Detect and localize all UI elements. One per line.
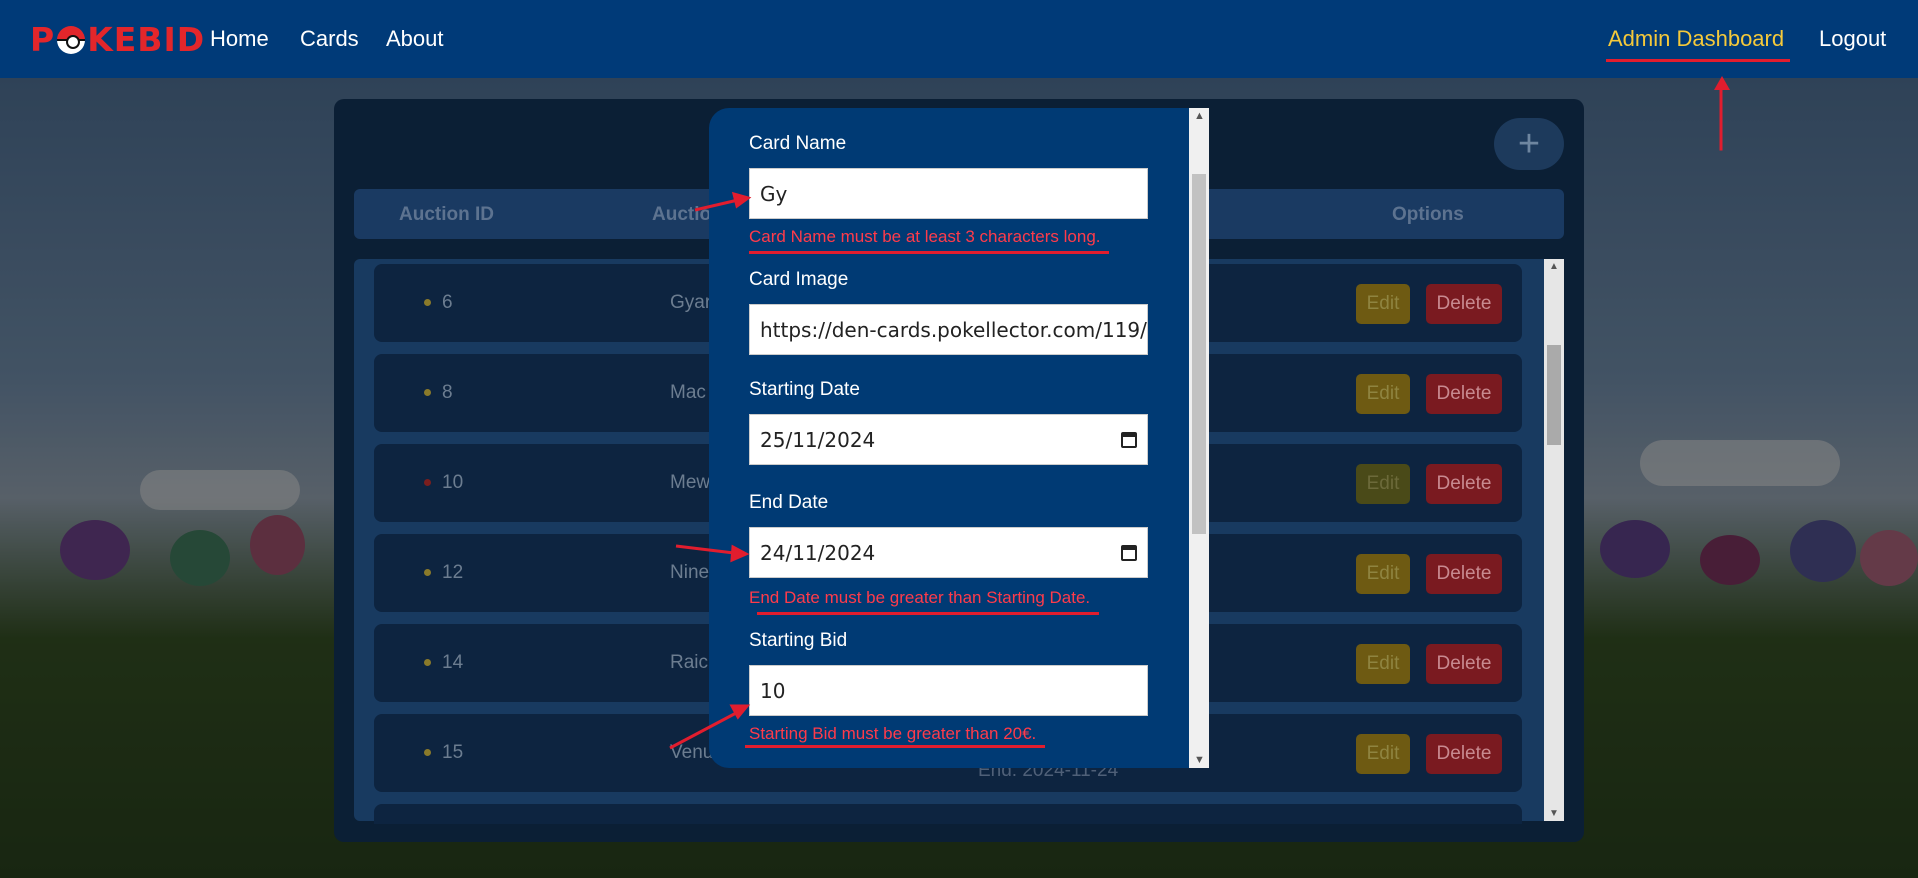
annotation-arrow	[669, 710, 739, 750]
annotation-arrow-head	[730, 544, 750, 563]
annotation-arrows	[669, 191, 752, 750]
annotation-arrow	[675, 544, 735, 555]
annotation-arrow	[694, 198, 739, 212]
annotation-arrow-head	[731, 191, 752, 209]
